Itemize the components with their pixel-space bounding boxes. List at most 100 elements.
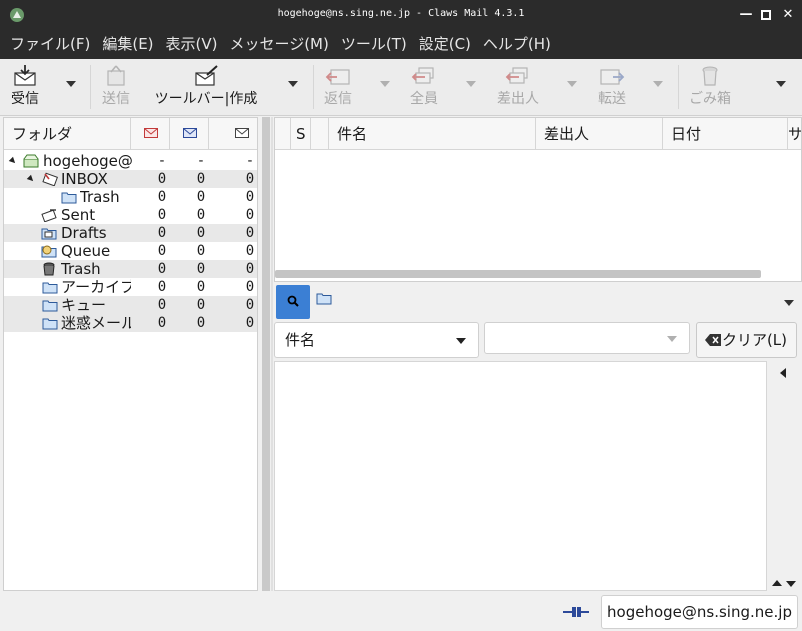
message-list: S 件名 差出人 日付 サ (274, 117, 802, 282)
folder-name: Drafts (61, 224, 107, 242)
folder-name: Queue (61, 242, 111, 260)
toolbar-separator (90, 65, 91, 109)
unread-column-header[interactable] (131, 118, 170, 150)
expand-arrow-icon[interactable] (8, 156, 18, 166)
folder-row-drafts[interactable]: Drafts 0 0 0 (4, 224, 257, 242)
forward-button[interactable]: 転送 (594, 63, 630, 111)
new-column-header[interactable] (170, 118, 209, 150)
compose-dropdown-arrow[interactable] (288, 81, 298, 87)
close-icon[interactable]: ✕ (780, 7, 796, 23)
menu-file[interactable]: ファイル(F) (4, 30, 96, 59)
horizontal-scrollbar[interactable] (275, 270, 761, 278)
folder-search-icon[interactable] (316, 291, 332, 305)
maximize-icon[interactable] (758, 7, 774, 23)
expand-arrow-icon[interactable] (26, 174, 36, 184)
menu-view[interactable]: 表示(V) (160, 30, 224, 59)
from-column-header[interactable]: 差出人 (536, 118, 663, 150)
folder-row-sent[interactable]: Sent 0 0 0 (4, 206, 257, 224)
folder-row-queue[interactable]: Queue 0 0 0 (4, 242, 257, 260)
message-preview (274, 361, 767, 591)
folder-name: INBOX (61, 170, 108, 188)
attachment-column-header[interactable] (311, 118, 329, 150)
folder-row-spam[interactable]: 迷惑メール 0 0 0 (4, 314, 257, 332)
window-titlebar: hogehoge@ns.sing.ne.jp - Claws Mail 4.3.… (0, 0, 802, 30)
reply-sender-button[interactable]: 差出人 (492, 63, 544, 111)
chevron-down-icon[interactable] (667, 336, 677, 342)
total-count: 0 (245, 297, 255, 313)
folder-row-account[interactable]: hogehoge@ - - - (4, 152, 257, 170)
forward-dropdown-arrow[interactable] (653, 81, 663, 87)
inbox-icon (42, 172, 58, 186)
quicksearch-options-arrow[interactable] (784, 300, 794, 306)
reply-sender-dropdown-arrow[interactable] (567, 81, 577, 87)
reply-all-label: 全員 (410, 91, 438, 107)
subject-column-header[interactable]: 件名 (329, 118, 536, 150)
forward-icon (600, 69, 625, 85)
receive-dropdown-arrow[interactable] (66, 81, 76, 87)
total-mail-icon (235, 128, 249, 138)
folder-row-trash[interactable]: Trash 0 0 0 (4, 260, 257, 278)
unread-count: 0 (157, 225, 167, 241)
compose-button[interactable]: ツールバー|作成 (148, 63, 264, 111)
reply-dropdown-arrow[interactable] (380, 81, 390, 87)
minimize-icon[interactable]: — (738, 7, 754, 23)
folder-icon (42, 318, 58, 330)
window-title: hogehoge@ns.sing.ne.jp - Claws Mail 4.3.… (277, 8, 525, 19)
receive-button[interactable]: 受信 (6, 63, 44, 111)
reply-all-icon (411, 67, 434, 84)
quicksearch-type-label: 件名 (285, 331, 316, 349)
mark-column-header[interactable] (275, 118, 291, 150)
folder-name: Trash (80, 188, 120, 206)
message-list-header: S 件名 差出人 日付 サ (275, 118, 801, 150)
scroll-down-icon[interactable] (786, 581, 796, 587)
new-count: 0 (196, 243, 206, 259)
reply-sender-icon (505, 67, 528, 84)
menu-message[interactable]: メッセージ(M) (224, 30, 335, 59)
unread-count: 0 (157, 243, 167, 259)
clear-button[interactable]: クリア(L) (696, 322, 797, 358)
quicksearch-input[interactable] (484, 322, 690, 354)
reply-all-button[interactable]: 全員 (406, 63, 442, 111)
toolbar-overflow-arrow[interactable] (776, 81, 786, 87)
online-plug-icon[interactable] (563, 604, 589, 620)
new-count: - (196, 153, 206, 169)
pane-splitter[interactable] (262, 117, 270, 591)
new-count: 0 (196, 225, 206, 241)
trash-button[interactable]: ごみ箱 (686, 63, 734, 111)
status-column-header[interactable]: S (291, 118, 311, 150)
queue-icon (41, 245, 57, 258)
menu-help[interactable]: ヘルプ(H) (477, 30, 557, 59)
total-column-header[interactable] (209, 118, 257, 150)
collapse-left-icon[interactable] (780, 368, 786, 378)
reply-sender-label: 差出人 (497, 91, 539, 107)
menu-edit[interactable]: 編集(E) (96, 30, 159, 59)
size-column-header[interactable]: サ (788, 118, 801, 150)
account-selector-button[interactable]: hogehoge@ns.sing.ne.jp (601, 595, 798, 629)
unread-count: 0 (157, 315, 167, 331)
quicksearch-type-select[interactable]: 件名 (274, 322, 479, 358)
menu-tools[interactable]: ツール(T) (335, 30, 413, 59)
reply-all-dropdown-arrow[interactable] (466, 81, 476, 87)
date-column-header[interactable]: 日付 (663, 118, 788, 150)
folder-row-queue-jp[interactable]: キュー 0 0 0 (4, 296, 257, 314)
unread-count: 0 (157, 171, 167, 187)
send-button[interactable]: 送信 (98, 63, 134, 111)
quicksearch-toggle-button[interactable] (276, 285, 310, 319)
folder-icon (42, 282, 58, 294)
folder-row-inbox[interactable]: INBOX 0 0 0 (4, 170, 257, 188)
reply-button[interactable]: 返信 (320, 63, 356, 111)
total-count: 0 (245, 243, 255, 259)
new-count: 0 (196, 171, 206, 187)
new-count: 0 (196, 279, 206, 295)
menubar: ファイル(F) 編集(E) 表示(V) メッセージ(M) ツール(T) 設定(C… (0, 30, 802, 59)
sent-icon (41, 209, 57, 222)
folder-tree: フォルダ hogehoge@ - - - INBOX 0 0 0 Trash 0… (3, 117, 258, 591)
compose-icon (195, 65, 218, 86)
folder-name: 迷惑メール (61, 314, 131, 332)
menu-configuration[interactable]: 設定(C) (413, 30, 477, 59)
folder-row-inbox-trash[interactable]: Trash 0 0 0 (4, 188, 257, 206)
scroll-up-icon[interactable] (772, 580, 782, 586)
folder-column-header[interactable]: フォルダ (4, 118, 131, 150)
folder-row-archive[interactable]: アーカイブ 0 0 0 (4, 278, 257, 296)
unread-count: - (157, 153, 167, 169)
